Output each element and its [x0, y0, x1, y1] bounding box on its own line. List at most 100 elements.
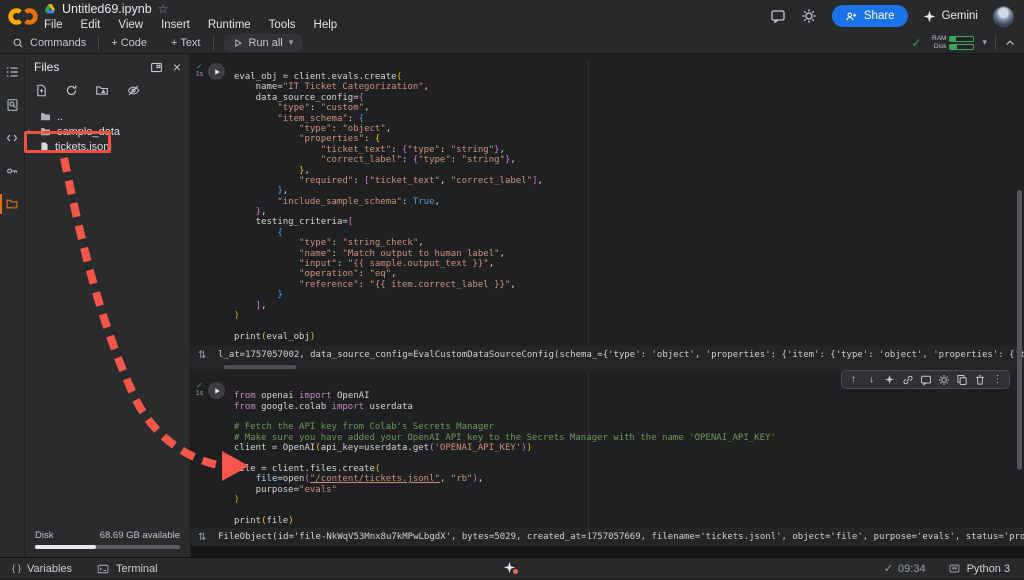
menu-insert[interactable]: Insert [161, 19, 190, 31]
notebook-vscrollbar[interactable] [1017, 190, 1022, 470]
copy-cell-icon[interactable] [953, 372, 970, 387]
gemini-spark-icon[interactable] [503, 561, 516, 574]
commands-button[interactable]: Commands [0, 36, 98, 50]
disk-usage-bar[interactable] [35, 545, 180, 549]
gemini-explain-icon[interactable] [881, 372, 898, 387]
kernel-selector[interactable]: Python 3 [948, 563, 1010, 575]
code-snippets-icon[interactable] [0, 129, 25, 147]
cell-exec-status: ✓ 1s [193, 379, 206, 398]
refresh-icon[interactable] [65, 84, 78, 97]
disk-available-label: 68.69 GB available [100, 530, 180, 541]
output-hscrollbar[interactable] [224, 365, 296, 369]
add-code-button[interactable]: + Code [99, 36, 159, 50]
exec-time: 1s [196, 71, 203, 79]
share-button[interactable]: Share [832, 5, 908, 27]
kernel-label: Python 3 [967, 563, 1010, 575]
resource-monitor[interactable]: RAM Disk [929, 35, 974, 50]
settings-gear-icon[interactable] [801, 8, 817, 24]
upload-file-icon[interactable] [35, 84, 48, 97]
kernel-icon [948, 563, 961, 574]
mount-drive-icon[interactable] [95, 84, 109, 97]
comments-icon[interactable] [770, 8, 786, 24]
code-editor-2[interactable]: from openai import OpenAIfrom google.col… [234, 379, 1024, 526]
find-replace-icon[interactable] [0, 96, 25, 114]
variables-label: Variables [27, 563, 72, 575]
search-icon [12, 37, 24, 49]
open-in-tab-icon[interactable] [150, 61, 163, 74]
status-right: ✓ 09:34 Python 3 [884, 562, 1024, 575]
notebook-bottom-strip [191, 546, 1024, 557]
run-cell-button[interactable] [208, 382, 225, 399]
file-icon [39, 141, 50, 153]
menu-help[interactable]: Help [314, 19, 338, 31]
play-icon [233, 38, 243, 48]
output-toggle-icon[interactable]: ⇅ [198, 350, 218, 361]
code-cell-2: ↑ ↓ [191, 379, 1024, 526]
cell-exec-status: ✓ 1s [193, 60, 206, 79]
add-code-label: + Code [111, 37, 147, 49]
terminal-button[interactable]: Terminal [84, 563, 170, 575]
tree-item-parent-dir[interactable]: .. [25, 109, 190, 124]
variables-icon: { } [12, 563, 21, 574]
comment-cell-icon[interactable] [917, 372, 934, 387]
add-text-button[interactable]: + Text [159, 36, 212, 50]
files-folder-icon[interactable] [0, 195, 25, 213]
last-exec-time: 09:34 [898, 563, 926, 575]
resources-caret-icon[interactable]: ▾ [982, 37, 987, 48]
run-all-caret-icon[interactable]: ▾ [289, 37, 294, 48]
tree-item-label: sample_data [57, 126, 120, 138]
link-cell-icon[interactable] [899, 372, 916, 387]
colab-logo[interactable] [0, 0, 44, 32]
exec-check-icon: ✓ [196, 63, 203, 71]
notebook-toolbar: Commands + Code + Text Run all ▾ ✓ RAM D… [0, 32, 1024, 54]
cell-settings-gear-icon[interactable] [935, 372, 952, 387]
tree-item-sample-data[interactable]: ▸ sample_data [25, 124, 190, 139]
add-text-label: + Text [171, 37, 200, 49]
title-block: Untitled69.ipynb ☆ File Edit View Insert… [44, 0, 337, 32]
menu-view[interactable]: View [118, 19, 143, 31]
main-area: Files × [0, 54, 1024, 557]
table-of-contents-icon[interactable] [0, 63, 25, 81]
notebook-area: ✓ 1s eval_obj = client.evals.create( nam… [191, 54, 1024, 557]
tree-item-label: .. [57, 111, 63, 123]
expand-caret-icon[interactable]: ▸ [28, 127, 36, 136]
menu-file[interactable]: File [44, 19, 63, 31]
files-panel-title: Files [34, 60, 59, 74]
variables-button[interactable]: { } Variables [0, 563, 84, 575]
secrets-key-icon[interactable] [0, 162, 25, 180]
drive-icon [44, 3, 56, 15]
terminal-icon [96, 563, 110, 575]
hidden-files-eye-off-icon[interactable] [126, 84, 141, 97]
terminal-label: Terminal [116, 563, 158, 575]
files-panel: Files × [25, 54, 191, 557]
ram-label: RAM [929, 35, 946, 42]
move-cell-down-icon[interactable]: ↓ [863, 372, 880, 387]
delete-cell-icon[interactable] [971, 372, 988, 387]
tree-item-tickets-jsonl[interactable]: tickets.jsonl [25, 139, 190, 154]
folder-icon [39, 126, 52, 137]
toolbar-divider [995, 36, 996, 50]
code-editor-1[interactable]: eval_obj = client.evals.create( name="IT… [234, 60, 1024, 342]
menubar: File Edit View Insert Runtime Tools Help [44, 18, 337, 32]
disk-usage: Disk 68.69 GB available [25, 530, 190, 557]
notebook-title[interactable]: Untitled69.ipynb [62, 2, 152, 16]
exec-check-icon: ✓ [196, 382, 203, 390]
menu-tools[interactable]: Tools [269, 19, 296, 31]
more-cell-actions-icon[interactable]: ⋮ [989, 372, 1006, 387]
output-toggle-icon[interactable]: ⇅ [198, 532, 218, 543]
menu-edit[interactable]: Edit [81, 19, 101, 31]
move-cell-up-icon[interactable]: ↑ [845, 372, 862, 387]
menu-runtime[interactable]: Runtime [208, 19, 251, 31]
left-rail [0, 54, 25, 557]
notification-dot [513, 569, 518, 574]
collapse-header-icon[interactable] [1004, 37, 1016, 49]
toolbar-right: ✓ RAM Disk ▾ [911, 35, 1024, 50]
disk-meter [949, 44, 974, 50]
gemini-button[interactable]: Gemini [923, 10, 978, 23]
close-panel-icon[interactable]: × [173, 61, 181, 74]
user-avatar[interactable] [993, 6, 1014, 27]
gemini-sparkle-icon [923, 10, 936, 23]
star-icon[interactable]: ☆ [158, 3, 169, 15]
run-all-button[interactable]: Run all ▾ [224, 34, 303, 52]
run-cell-button[interactable] [208, 63, 225, 80]
